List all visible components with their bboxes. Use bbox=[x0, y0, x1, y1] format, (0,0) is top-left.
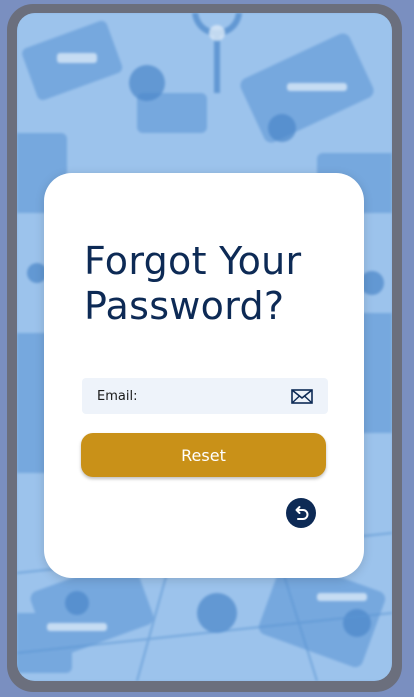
email-input[interactable] bbox=[137, 388, 290, 404]
page-title: Forgot Your Password? bbox=[84, 239, 302, 328]
forgot-password-card: Forgot Your Password? Email: Reset bbox=[44, 173, 364, 578]
envelope-icon bbox=[290, 387, 314, 405]
back-button[interactable] bbox=[286, 498, 316, 528]
undo-arrow-icon bbox=[295, 506, 309, 520]
app-screen: Forgot Your Password? Email: Reset bbox=[17, 13, 392, 681]
email-label: Email: bbox=[97, 388, 138, 404]
device-frame: Forgot Your Password? Email: Reset bbox=[7, 4, 402, 692]
reset-button[interactable]: Reset bbox=[81, 433, 326, 477]
email-field[interactable]: Email: bbox=[82, 378, 328, 414]
